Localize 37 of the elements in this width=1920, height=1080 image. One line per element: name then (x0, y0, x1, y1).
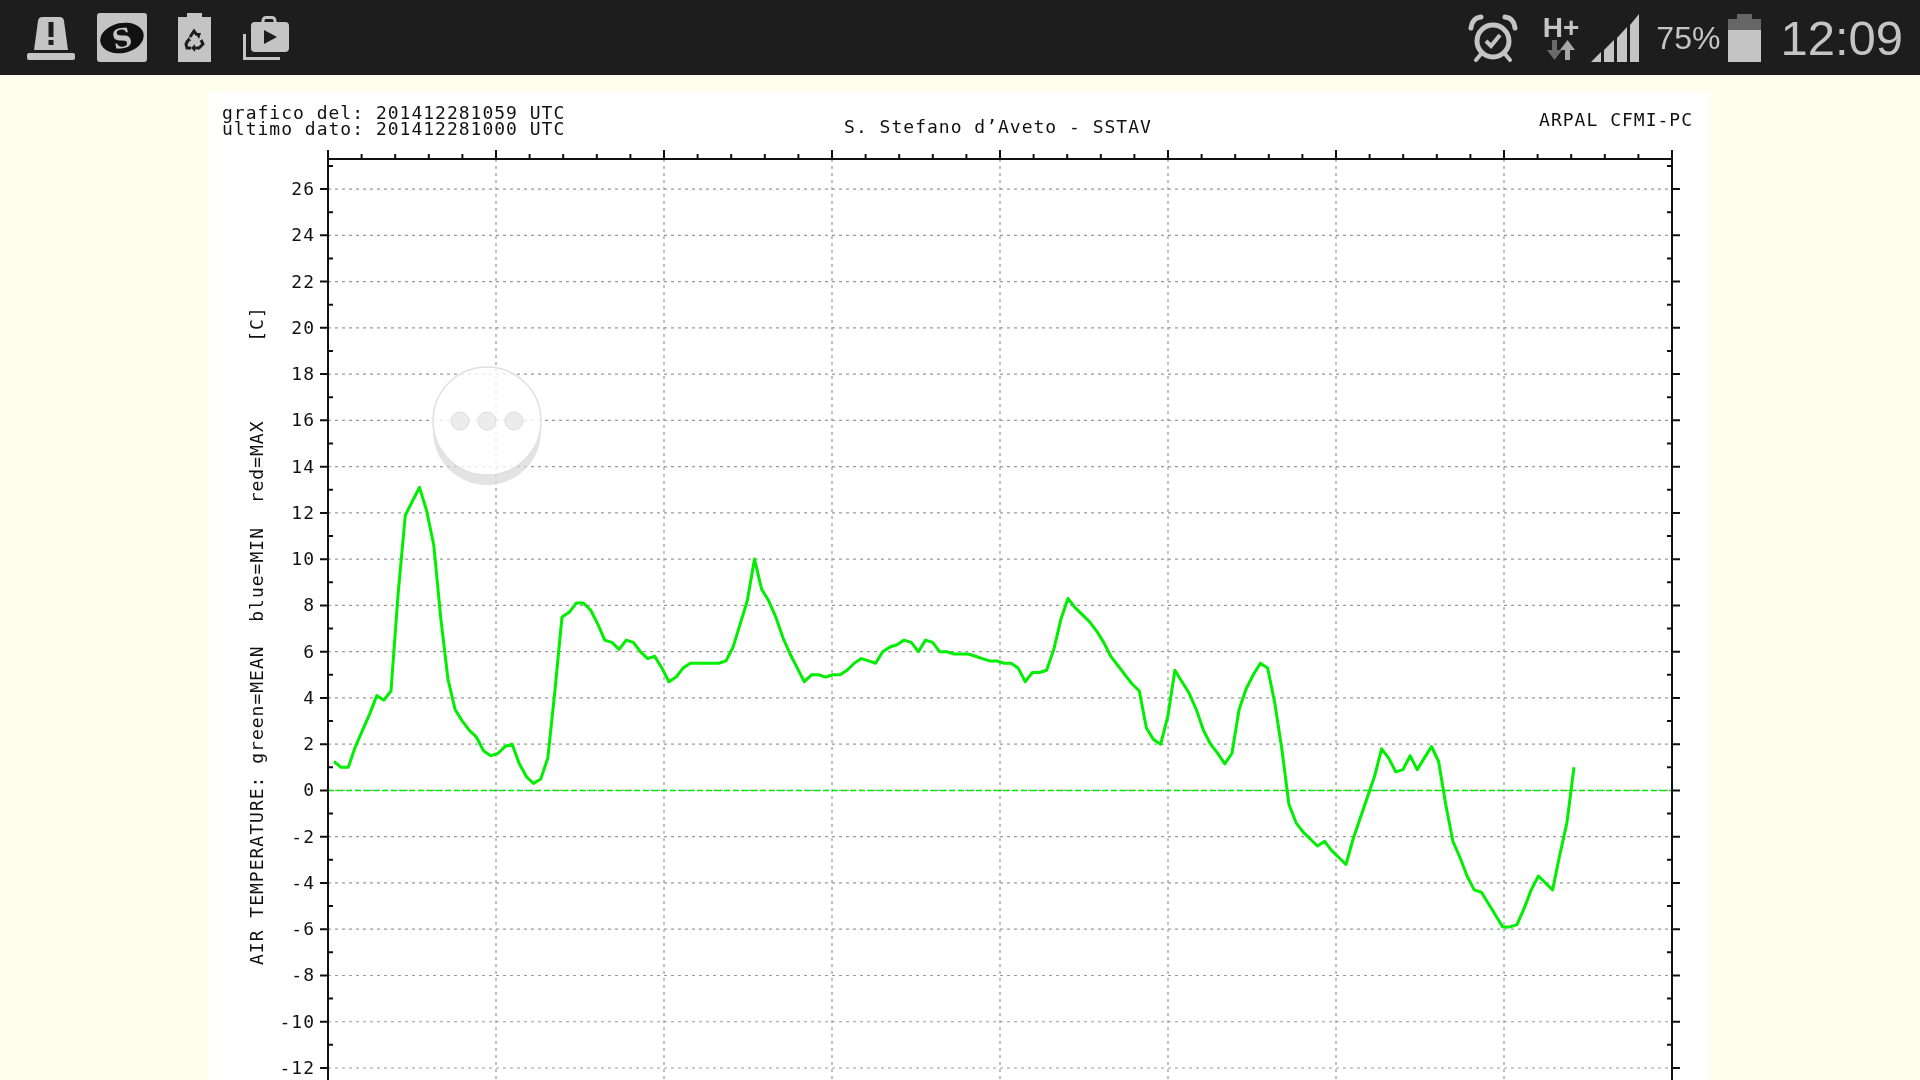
signal-strength-icon (1591, 13, 1640, 62)
y-tick-label: 4 (303, 686, 315, 708)
y-tick-label: 22 (291, 270, 315, 292)
battery-icon (1728, 13, 1762, 62)
y-tick-label: 24 (291, 224, 315, 246)
y-tick-label: -6 (291, 918, 315, 940)
chart-source-label: ARPAL CFMI-PC (1539, 109, 1693, 130)
chart-title: S. Stefano d’Aveto - SSTAV (844, 116, 1152, 137)
y-axis-unit: [C] (246, 306, 267, 342)
y-tick-label: -10 (279, 1010, 315, 1032)
y-tick-label: -12 (279, 1057, 315, 1078)
alarm-clock-icon (1467, 13, 1518, 62)
floating-menu-button[interactable] (431, 365, 543, 487)
y-tick-label: -8 (291, 964, 315, 986)
y-tick-label: 0 (303, 779, 315, 801)
y-tick-label: 12 (291, 501, 315, 523)
y-tick-label: -4 (291, 871, 315, 893)
y-axis-title: AIR TEMPERATURE: green=MEAN blue=MIN red=MAX (246, 420, 267, 965)
y-tick-label: 6 (303, 640, 315, 662)
y-tick-label: 18 (291, 363, 315, 385)
battery-percent: 75% (1656, 19, 1721, 56)
data-arrows-icon (1547, 39, 1576, 60)
more-dots-icon (450, 411, 524, 431)
y-tick-label: 2 (303, 733, 315, 755)
warning-light-icon (27, 15, 75, 60)
y-tick-label: 14 (291, 455, 315, 477)
y-tick-label: 8 (303, 594, 315, 616)
clock-time: 12:09 (1780, 11, 1903, 64)
battery-recycle-icon (178, 13, 211, 62)
s-app-icon: S (97, 13, 147, 62)
y-tick-label: 20 (291, 316, 315, 338)
y-tick-label: -2 (291, 825, 315, 847)
network-type-label: H+ (1542, 15, 1580, 40)
y-tick-label: 10 (291, 548, 315, 570)
y-tick-label: 26 (291, 178, 315, 200)
briefcase-play-icon (243, 15, 289, 60)
y-tick-label: 16 (291, 409, 315, 431)
